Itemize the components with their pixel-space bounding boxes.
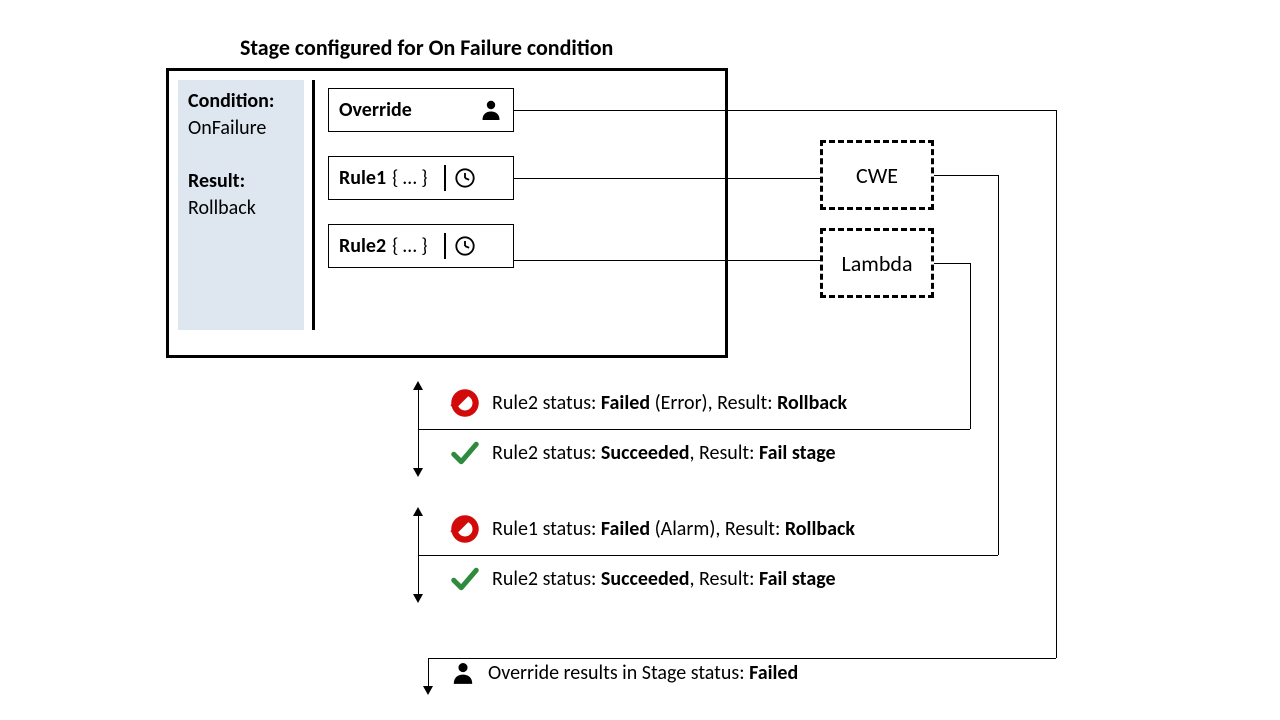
r1-succ-result: Fail stage — [759, 567, 836, 591]
rule1-succeeded-row: Rule2 status: Succeeded, Result: Fail st… — [450, 564, 836, 594]
connector-rule2 — [514, 260, 820, 261]
r1-fail-mid: (Alarm), Result: — [650, 517, 785, 541]
r1-fail-result: Rollback — [785, 517, 855, 541]
r2-succ-pre: Rule2 status: — [492, 441, 601, 465]
no-entry-icon — [450, 388, 480, 418]
person-icon — [479, 98, 503, 122]
sidebar-divider — [312, 80, 315, 330]
r1-succ-mid: , Result: — [690, 567, 759, 591]
connector-override-bottom — [428, 658, 1056, 659]
result-value: Rollback — [188, 195, 294, 222]
cwe-label: CWE — [856, 162, 898, 189]
rule2-body: { … } — [392, 234, 427, 258]
r2-fail-pre: Rule2 status: — [492, 391, 601, 415]
connector-cwe-to-group — [418, 555, 998, 556]
override-status: Failed — [749, 661, 798, 685]
override-vline — [428, 658, 429, 688]
group1-vline — [418, 388, 419, 470]
rule2-succeeded-row: Rule2 status: Succeeded, Result: Fail st… — [450, 438, 836, 468]
rule2-box: Rule2 { … } — [328, 224, 514, 268]
connector-override-down — [1056, 110, 1057, 658]
rule1-name: Rule1 — [339, 166, 386, 190]
result-label: Result: — [188, 169, 245, 193]
r1-fail-status: Failed — [601, 517, 650, 541]
group1-arrow-up — [413, 381, 423, 390]
override-label: Override — [339, 98, 412, 122]
clock-icon — [454, 235, 476, 257]
override-box: Override — [328, 88, 514, 132]
condition-label: Condition: — [188, 89, 274, 113]
r2-fail-status: Failed — [601, 391, 650, 415]
connector-lambda-down — [970, 263, 971, 429]
r2-fail-result: Rollback — [777, 391, 847, 415]
group2-arrow-down — [413, 594, 423, 603]
clock-icon — [454, 167, 476, 189]
rule2-failed-row: Rule2 status: Failed (Error), Result: Ro… — [450, 388, 847, 418]
condition-sidebar: Condition: OnFailure Result: Rollback — [178, 80, 304, 330]
cwe-box: CWE — [820, 140, 934, 210]
no-entry-icon — [450, 514, 480, 544]
check-icon — [450, 564, 480, 594]
override-arrow-down — [423, 686, 433, 695]
rule2-name: Rule2 — [339, 234, 386, 258]
r2-succ-mid: , Result: — [690, 441, 759, 465]
person-icon — [450, 660, 476, 686]
r2-fail-mid: (Error), Result: — [650, 391, 777, 415]
group2-vline — [418, 514, 419, 596]
connector-rule1 — [514, 178, 820, 179]
connector-cwe-right — [934, 175, 998, 176]
r1-succ-status: Succeeded — [601, 567, 690, 591]
check-icon — [450, 438, 480, 468]
condition-value: OnFailure — [188, 115, 294, 142]
connector-lambda-to-group — [418, 429, 970, 430]
lambda-label: Lambda — [841, 250, 912, 277]
group1-arrow-down — [413, 468, 423, 477]
rule2-separator — [444, 233, 446, 259]
connector-lambda-right — [934, 263, 970, 264]
rule1-body: { … } — [392, 166, 427, 190]
group2-arrow-up — [413, 507, 423, 516]
r1-fail-pre: Rule1 status: — [492, 517, 601, 541]
rule1-box: Rule1 { … } — [328, 156, 514, 200]
r1-succ-pre: Rule2 status: — [492, 567, 601, 591]
connector-cwe-down — [998, 175, 999, 555]
connector-override — [514, 110, 1056, 111]
override-pre: Override results in Stage status: — [488, 661, 749, 685]
r2-succ-result: Fail stage — [759, 441, 836, 465]
lambda-box: Lambda — [820, 228, 934, 298]
rule1-separator — [444, 165, 446, 191]
rule1-failed-row: Rule1 status: Failed (Alarm), Result: Ro… — [450, 514, 855, 544]
diagram-title: Stage configured for On Failure conditio… — [240, 34, 613, 61]
override-status-row: Override results in Stage status: Failed — [450, 660, 798, 686]
r2-succ-status: Succeeded — [601, 441, 690, 465]
